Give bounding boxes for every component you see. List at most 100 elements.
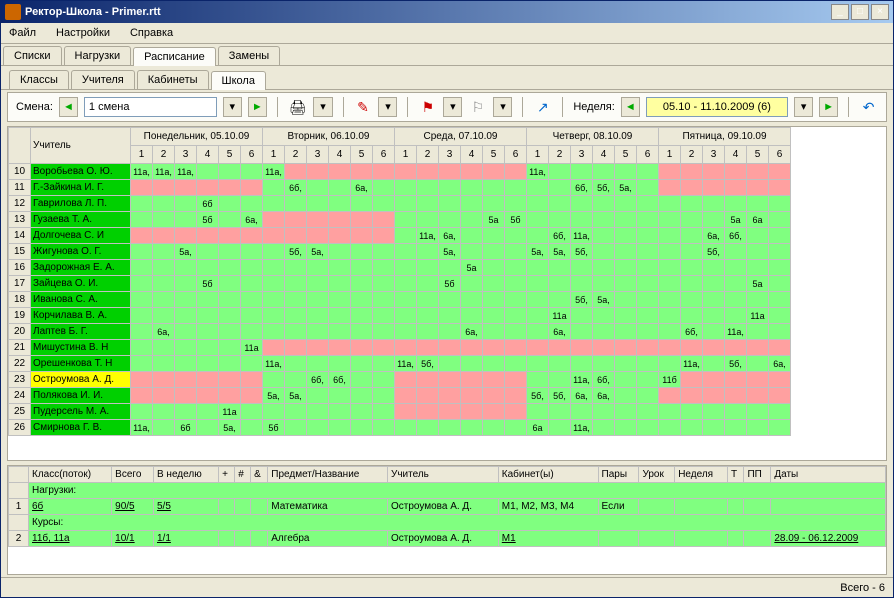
schedule-cell[interactable]	[659, 388, 681, 404]
schedule-cell[interactable]	[769, 404, 791, 420]
schedule-cell[interactable]	[351, 196, 373, 212]
schedule-cell[interactable]	[285, 276, 307, 292]
week-prev-button[interactable]: ◄	[621, 97, 640, 117]
schedule-cell[interactable]	[593, 324, 615, 340]
schedule-cell[interactable]	[351, 372, 373, 388]
schedule-cell[interactable]	[307, 212, 329, 228]
schedule-cell[interactable]	[615, 308, 637, 324]
schedule-cell[interactable]	[769, 228, 791, 244]
schedule-cell[interactable]	[351, 228, 373, 244]
schedule-cell[interactable]	[351, 276, 373, 292]
schedule-cell[interactable]	[659, 420, 681, 436]
schedule-cell[interactable]	[615, 164, 637, 180]
schedule-cell[interactable]	[593, 420, 615, 436]
schedule-cell[interactable]	[637, 372, 659, 388]
schedule-cell[interactable]	[615, 404, 637, 420]
teacher-name[interactable]: Задорожная Е. А.	[31, 260, 131, 276]
schedule-cell[interactable]	[681, 244, 703, 260]
schedule-cell[interactable]	[483, 340, 505, 356]
schedule-cell[interactable]	[395, 308, 417, 324]
schedule-cell[interactable]	[461, 164, 483, 180]
schedule-cell[interactable]	[769, 244, 791, 260]
schedule-cell[interactable]	[703, 340, 725, 356]
tab-Замены[interactable]: Замены	[218, 46, 280, 65]
schedule-cell[interactable]	[483, 308, 505, 324]
schedule-cell[interactable]	[659, 212, 681, 228]
schedule-cell[interactable]	[483, 388, 505, 404]
shift-dropdown[interactable]: ▾	[223, 97, 242, 117]
schedule-cell[interactable]	[505, 388, 527, 404]
schedule-cell[interactable]: 5б,	[549, 388, 571, 404]
schedule-cell[interactable]	[681, 164, 703, 180]
schedule-cell[interactable]	[241, 388, 263, 404]
schedule-cell[interactable]	[439, 180, 461, 196]
schedule-cell[interactable]	[263, 212, 285, 228]
schedule-cell[interactable]	[593, 244, 615, 260]
schedule-cell[interactable]	[153, 420, 175, 436]
teacher-name[interactable]: Гаврилова Л. П.	[31, 196, 131, 212]
schedule-cell[interactable]	[659, 340, 681, 356]
schedule-cell[interactable]	[219, 244, 241, 260]
schedule-cell[interactable]	[703, 180, 725, 196]
schedule-cell[interactable]	[571, 276, 593, 292]
schedule-cell[interactable]	[263, 324, 285, 340]
schedule-cell[interactable]: 11а,	[175, 164, 197, 180]
detail-cell[interactable]	[727, 531, 744, 547]
schedule-cell[interactable]	[417, 212, 439, 228]
schedule-cell[interactable]	[637, 356, 659, 372]
schedule-cell[interactable]	[131, 244, 153, 260]
schedule-cell[interactable]	[725, 388, 747, 404]
schedule-cell[interactable]	[505, 228, 527, 244]
schedule-cell[interactable]	[549, 212, 571, 228]
detail-cell[interactable]: 2	[9, 531, 29, 547]
schedule-cell[interactable]	[483, 404, 505, 420]
schedule-cell[interactable]	[637, 228, 659, 244]
schedule-cell[interactable]: 11а,	[527, 164, 549, 180]
schedule-cell[interactable]	[219, 212, 241, 228]
schedule-cell[interactable]	[307, 404, 329, 420]
schedule-cell[interactable]	[197, 292, 219, 308]
schedule-cell[interactable]	[593, 228, 615, 244]
schedule-cell[interactable]	[153, 292, 175, 308]
schedule-cell[interactable]	[659, 324, 681, 340]
schedule-cell[interactable]	[219, 196, 241, 212]
schedule-cell[interactable]	[681, 404, 703, 420]
schedule-cell[interactable]	[549, 292, 571, 308]
schedule-cell[interactable]	[131, 260, 153, 276]
schedule-cell[interactable]	[659, 292, 681, 308]
schedule-cell[interactable]	[373, 164, 395, 180]
maximize-button[interactable]: □	[851, 4, 869, 20]
schedule-cell[interactable]	[417, 164, 439, 180]
noflag-dropdown[interactable]: ▾	[493, 97, 512, 117]
schedule-cell[interactable]	[659, 180, 681, 196]
schedule-cell[interactable]	[703, 212, 725, 228]
schedule-cell[interactable]	[131, 180, 153, 196]
schedule-cell[interactable]: 6б,	[307, 372, 329, 388]
schedule-cell[interactable]: 6а	[747, 212, 769, 228]
schedule-cell[interactable]	[725, 276, 747, 292]
schedule-cell[interactable]	[131, 228, 153, 244]
schedule-cell[interactable]	[769, 196, 791, 212]
schedule-cell[interactable]	[439, 196, 461, 212]
schedule-cell[interactable]	[395, 212, 417, 228]
schedule-cell[interactable]: 5б	[197, 276, 219, 292]
teacher-name[interactable]: Смирнова Г. В.	[31, 420, 131, 436]
schedule-cell[interactable]	[703, 164, 725, 180]
schedule-cell[interactable]	[285, 324, 307, 340]
schedule-cell[interactable]	[505, 292, 527, 308]
schedule-cell[interactable]	[461, 244, 483, 260]
schedule-cell[interactable]	[637, 340, 659, 356]
schedule-cell[interactable]	[395, 404, 417, 420]
detail-cell[interactable]: 28.09 - 06.12.2009	[771, 531, 886, 547]
schedule-cell[interactable]	[197, 244, 219, 260]
schedule-cell[interactable]: 6б	[197, 196, 219, 212]
schedule-cell[interactable]	[263, 228, 285, 244]
schedule-cell[interactable]	[571, 340, 593, 356]
schedule-cell[interactable]	[769, 388, 791, 404]
schedule-cell[interactable]	[505, 164, 527, 180]
schedule-cell[interactable]	[329, 180, 351, 196]
schedule-cell[interactable]	[483, 372, 505, 388]
schedule-cell[interactable]: 5б	[197, 212, 219, 228]
schedule-cell[interactable]	[241, 180, 263, 196]
schedule-cell[interactable]	[263, 180, 285, 196]
